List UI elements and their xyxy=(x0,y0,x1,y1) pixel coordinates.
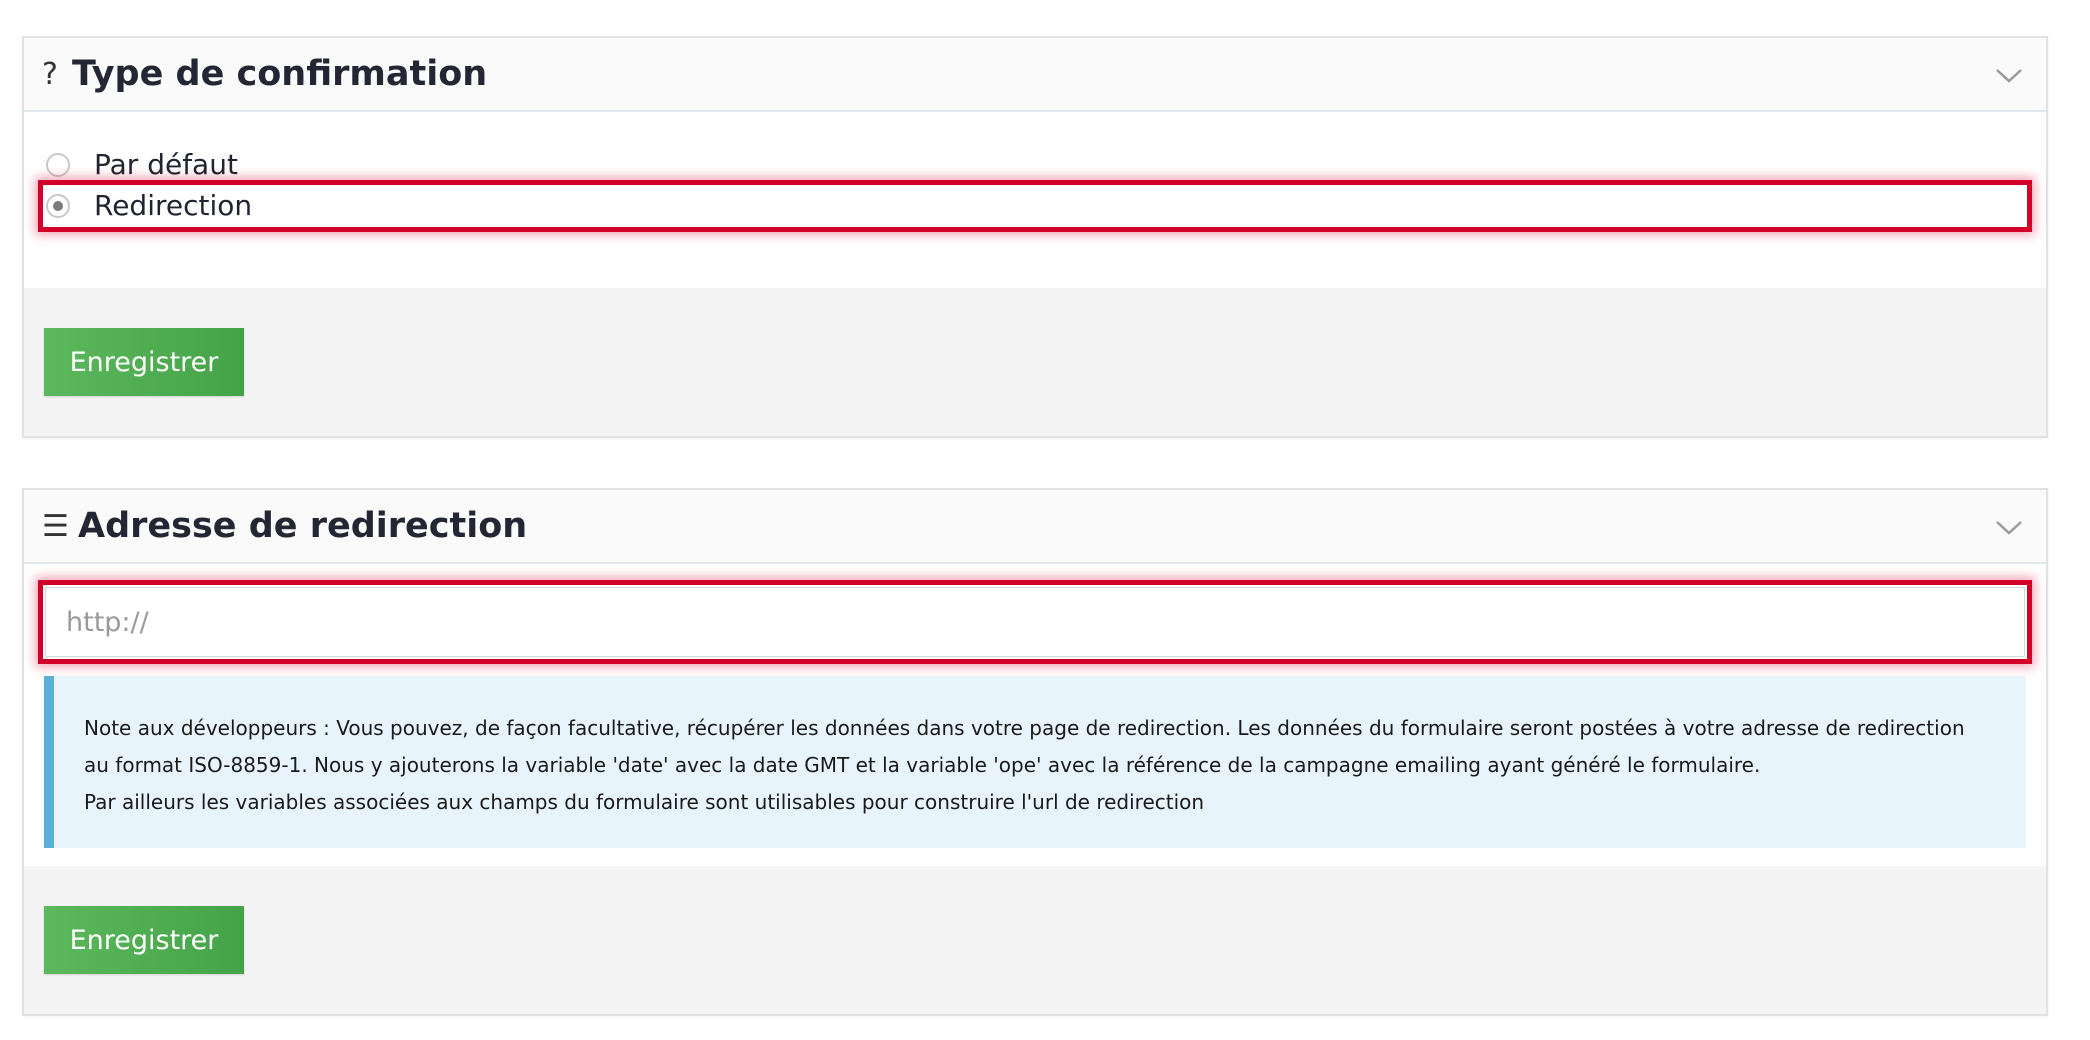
developer-note-line-2: au format ISO-8859-1. Nous y ajouterons … xyxy=(84,753,1761,777)
redirect-address-header[interactable]: ☰ Adresse de redirection xyxy=(24,490,2046,564)
chevron-down-icon[interactable] xyxy=(1994,60,2024,90)
radio-default[interactable] xyxy=(46,153,70,177)
developer-note: Note aux développeurs : Vous pouvez, de … xyxy=(44,676,2026,848)
redirect-url-field-wrapper xyxy=(38,580,2032,664)
radio-redirection-label[interactable]: Redirection xyxy=(94,185,252,227)
developer-note-line-1: Note aux développeurs : Vous pouvez, de … xyxy=(84,716,1965,740)
save-button[interactable]: Enregistrer xyxy=(44,328,244,396)
redirect-address-title: Adresse de redirection xyxy=(78,506,528,546)
developer-note-line-3: Par ailleurs les variables associées aux… xyxy=(84,790,1205,814)
list-icon: ☰ xyxy=(42,509,69,544)
confirmation-type-panel: ? Type de confirmation Par défaut Redire… xyxy=(22,36,2048,438)
radio-redirection[interactable] xyxy=(46,194,70,218)
confirmation-type-header[interactable]: ? Type de confirmation xyxy=(24,38,2046,112)
redirect-url-input[interactable] xyxy=(45,587,2025,657)
question-mark-icon: ? xyxy=(42,57,58,92)
save-button[interactable]: Enregistrer xyxy=(44,906,244,974)
radio-option-redirection[interactable]: Redirection xyxy=(38,180,2032,232)
confirmation-type-title: Type de confirmation xyxy=(72,54,488,94)
chevron-down-icon[interactable] xyxy=(1994,512,2024,542)
redirect-address-panel: ☰ Adresse de redirection Note aux dévelo… xyxy=(22,488,2048,1016)
confirmation-type-footer: Enregistrer xyxy=(24,288,2046,436)
redirect-address-footer: Enregistrer xyxy=(24,866,2046,1014)
